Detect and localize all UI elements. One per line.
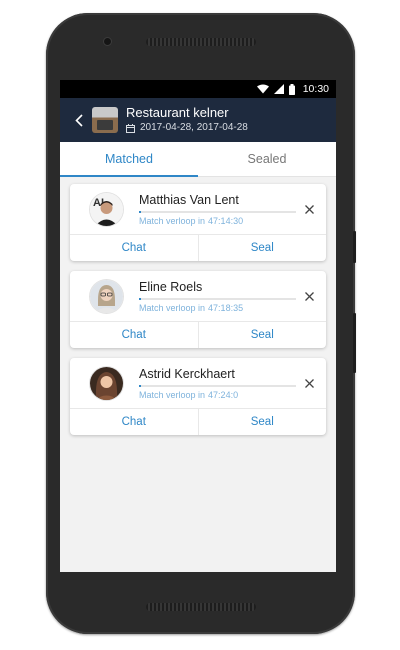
seal-button[interactable]: Seal xyxy=(197,322,327,348)
app-header: Restaurant kelner 2017-04-28, 2017-04-28 xyxy=(60,98,336,142)
front-camera xyxy=(104,38,111,45)
back-button[interactable] xyxy=(70,113,88,127)
tab-sealed[interactable]: Sealed xyxy=(198,142,336,176)
battery-icon xyxy=(288,83,295,95)
candidate-info: Matthias Van Lent Match verloop in 47:14… xyxy=(139,193,326,226)
candidate-name: Eline Roels xyxy=(139,279,203,294)
calendar-icon xyxy=(126,123,135,133)
volume-button xyxy=(353,313,356,373)
expiry-progress-fill xyxy=(139,297,141,300)
expiry-progress-fill xyxy=(139,210,141,213)
chat-button[interactable]: Chat xyxy=(70,235,198,261)
job-dates-text: 2017-04-28, 2017-04-28 xyxy=(140,122,248,133)
top-speaker xyxy=(146,38,256,46)
seal-button[interactable]: Seal xyxy=(197,235,327,261)
expiry-progress-bar xyxy=(139,384,296,387)
card-actions: Chat Seal xyxy=(70,408,326,435)
chat-button[interactable]: Chat xyxy=(70,322,198,348)
candidate-header: Eline Roels Match verloop in 47:18:35 xyxy=(70,271,326,321)
candidate-header: AL Matthias Van Lent Match verloop in 47… xyxy=(70,184,326,234)
chat-button[interactable]: Chat xyxy=(70,409,198,435)
signal-icon xyxy=(273,84,284,94)
card-actions: Chat Seal xyxy=(70,321,326,348)
expiry-progress-bar xyxy=(139,297,296,300)
expiry-time: 47:18:35 xyxy=(208,302,244,313)
candidate-info: Eline Roels Match verloop in 47:18:35 xyxy=(139,280,326,313)
expiry-progress-bar xyxy=(139,210,296,213)
job-thumbnail xyxy=(92,107,118,133)
match-expiry: Match verloop in 47:18:35 xyxy=(139,303,296,313)
close-icon xyxy=(304,204,314,214)
avatar xyxy=(90,279,123,313)
status-bar: 10:30 xyxy=(60,80,336,98)
job-title: Restaurant kelner xyxy=(126,105,229,120)
candidate-list: AL Matthias Van Lent Match verloop in 47… xyxy=(60,177,336,435)
avatar xyxy=(90,366,123,400)
expiry-label: Match verloop in xyxy=(139,389,206,400)
seal-button[interactable]: Seal xyxy=(197,409,327,435)
candidate-card: Astrid Kerckhaert Match verloop in 47:24… xyxy=(70,358,326,435)
back-chevron-icon xyxy=(75,113,83,127)
status-time: 10:30 xyxy=(302,83,329,95)
close-icon xyxy=(304,291,314,301)
candidate-card: AL Matthias Van Lent Match verloop in 47… xyxy=(70,184,326,261)
app-screen: 10:30 Restaurant kelner 2017-04-28, 2017… xyxy=(60,80,336,572)
job-dates: 2017-04-28, 2017-04-28 xyxy=(126,121,248,135)
candidate-card: Eline Roels Match verloop in 47:18:35 Ch… xyxy=(70,271,326,348)
candidate-name: Astrid Kerckhaert xyxy=(139,366,235,381)
expiry-label: Match verloop in xyxy=(139,215,206,226)
match-expiry: Match verloop in 47:24:0 xyxy=(139,390,296,400)
match-expiry: Match verloop in 47:14:30 xyxy=(139,216,296,226)
candidate-info: Astrid Kerckhaert Match verloop in 47:24… xyxy=(139,367,326,400)
bottom-speaker xyxy=(146,603,256,611)
dismiss-button[interactable] xyxy=(302,376,316,390)
expiry-progress-fill xyxy=(139,384,141,387)
dismiss-button[interactable] xyxy=(302,202,316,216)
card-actions: Chat Seal xyxy=(70,234,326,261)
candidate-header: Astrid Kerckhaert Match verloop in 47:24… xyxy=(70,358,326,408)
expiry-time: 47:24:0 xyxy=(208,389,239,400)
job-info: Restaurant kelner 2017-04-28, 2017-04-28 xyxy=(126,105,248,135)
expiry-label: Match verloop in xyxy=(139,302,206,313)
expiry-time: 47:14:30 xyxy=(208,215,244,226)
wifi-icon xyxy=(256,84,269,94)
tab-bar: Matched Sealed xyxy=(60,142,336,177)
avatar: AL xyxy=(90,192,123,226)
candidate-name: Matthias Van Lent xyxy=(139,192,239,207)
tab-matched[interactable]: Matched xyxy=(60,142,198,177)
dismiss-button[interactable] xyxy=(302,289,316,303)
power-button xyxy=(353,231,356,263)
close-icon xyxy=(304,378,314,388)
